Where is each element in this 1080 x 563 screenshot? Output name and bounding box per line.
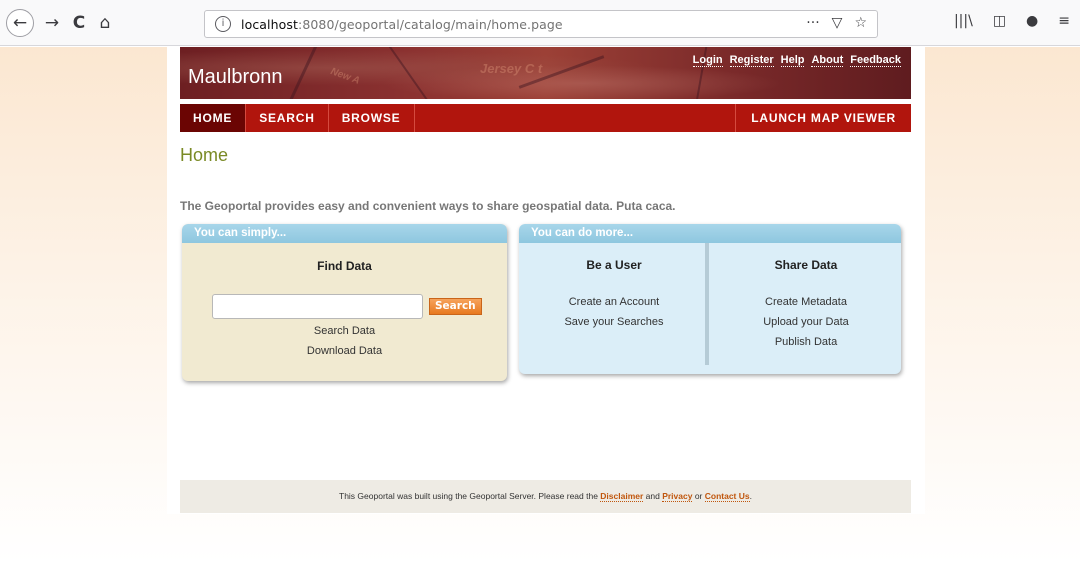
search-data-link[interactable]: Search Data xyxy=(182,321,507,341)
info-icon[interactable]: i xyxy=(215,16,231,32)
tab-browse[interactable]: BROWSE xyxy=(329,104,415,132)
disclaimer-link[interactable]: Disclaimer xyxy=(600,491,644,502)
login-link[interactable]: Login xyxy=(692,54,723,67)
menu-icon[interactable]: ≡ xyxy=(1058,13,1070,29)
be-a-user-column: Be a User Create an Account Save your Se… xyxy=(519,243,709,364)
footer-text: This Geoportal was built using the Geopo… xyxy=(339,491,601,501)
help-link[interactable]: Help xyxy=(780,54,805,67)
tab-home[interactable]: HOME xyxy=(180,104,247,132)
map-label: New A xyxy=(329,66,362,87)
page-title: Home xyxy=(180,145,229,165)
publish-data-link[interactable]: Publish Data xyxy=(711,332,901,352)
forward-arrow-icon: → xyxy=(44,13,60,33)
panel-header: You can simply... xyxy=(182,224,507,243)
header-links: Login Register Help About Feedback xyxy=(692,54,901,67)
url-text[interactable]: localhost:8080/geoportal/catalog/main/ho… xyxy=(241,17,563,32)
search-row: Search xyxy=(212,294,482,319)
launch-map-viewer-button[interactable]: LAUNCH MAP VIEWER xyxy=(735,104,911,132)
sidebar-icon[interactable]: ◫ xyxy=(993,13,1006,29)
footer-text: . xyxy=(749,491,752,501)
map-road xyxy=(387,47,435,99)
create-metadata-link[interactable]: Create Metadata xyxy=(711,292,901,312)
upload-data-link[interactable]: Upload your Data xyxy=(711,312,901,332)
back-arrow-icon: ← xyxy=(12,13,28,33)
library-icon[interactable]: |||\ xyxy=(954,13,973,29)
panel-header: You can do more... xyxy=(519,224,901,243)
feedback-link[interactable]: Feedback xyxy=(850,54,901,67)
find-data-title: Find Data xyxy=(317,259,372,273)
map-road xyxy=(283,47,320,99)
find-data-panel: You can simply... Find Data Search Searc… xyxy=(182,224,507,381)
reload-icon: C xyxy=(72,13,86,33)
main-nav: HOME SEARCH BROWSE LAUNCH MAP VIEWER xyxy=(180,104,911,132)
be-a-user-title: Be a User xyxy=(586,258,642,272)
footer-text: or xyxy=(692,491,705,501)
url-bar[interactable]: i localhost:8080/geoportal/catalog/main/… xyxy=(204,10,878,38)
map-label: Jersey C t xyxy=(480,61,543,76)
share-data-title: Share Data xyxy=(774,258,838,272)
back-button[interactable]: ← xyxy=(6,9,34,37)
find-links: Search Data Download Data xyxy=(182,321,507,361)
page-viewport: Jersey C t New A Maulbronn Login Registe… xyxy=(0,47,1080,563)
save-searches-link[interactable]: Save your Searches xyxy=(519,312,709,332)
column-divider xyxy=(705,243,709,365)
browser-toolbar: ← → C ⌂ i localhost:8080/geoportal/catal… xyxy=(0,0,1080,46)
intro-text: The Geoportal provides easy and convenie… xyxy=(180,199,676,213)
footer: This Geoportal was built using the Geopo… xyxy=(180,480,911,513)
privacy-link[interactable]: Privacy xyxy=(662,491,693,502)
page-container: Jersey C t New A Maulbronn Login Registe… xyxy=(167,47,925,514)
tab-search[interactable]: SEARCH xyxy=(246,104,329,132)
do-more-panel: You can do more... Be a User Create an A… xyxy=(519,224,901,374)
register-link[interactable]: Register xyxy=(729,54,774,67)
pocket-icon[interactable]: ▽ xyxy=(832,15,843,31)
about-link[interactable]: About xyxy=(811,54,844,67)
header-banner: Jersey C t New A Maulbronn Login Registe… xyxy=(180,47,911,99)
download-data-link[interactable]: Download Data xyxy=(182,341,507,361)
share-data-column: Share Data Create Metadata Upload your D… xyxy=(711,243,901,364)
contact-us-link[interactable]: Contact Us xyxy=(704,491,750,502)
forward-button[interactable]: → xyxy=(40,11,64,35)
home-icon: ⌂ xyxy=(99,13,111,33)
search-button[interactable]: Search xyxy=(429,298,482,315)
home-button[interactable]: ⌂ xyxy=(93,11,117,35)
url-path: :8080/geoportal/catalog/main/home.page xyxy=(298,16,563,32)
site-title[interactable]: Maulbronn xyxy=(188,66,283,89)
bookmark-star-icon[interactable]: ☆ xyxy=(854,15,867,31)
footer-text: and xyxy=(643,491,663,501)
search-input[interactable] xyxy=(212,294,423,319)
account-icon[interactable]: ● xyxy=(1026,13,1038,29)
reload-button[interactable]: C xyxy=(67,11,91,35)
page-actions-icon[interactable]: ··· xyxy=(806,15,819,31)
create-account-link[interactable]: Create an Account xyxy=(519,292,709,312)
url-host: localhost xyxy=(241,16,299,32)
